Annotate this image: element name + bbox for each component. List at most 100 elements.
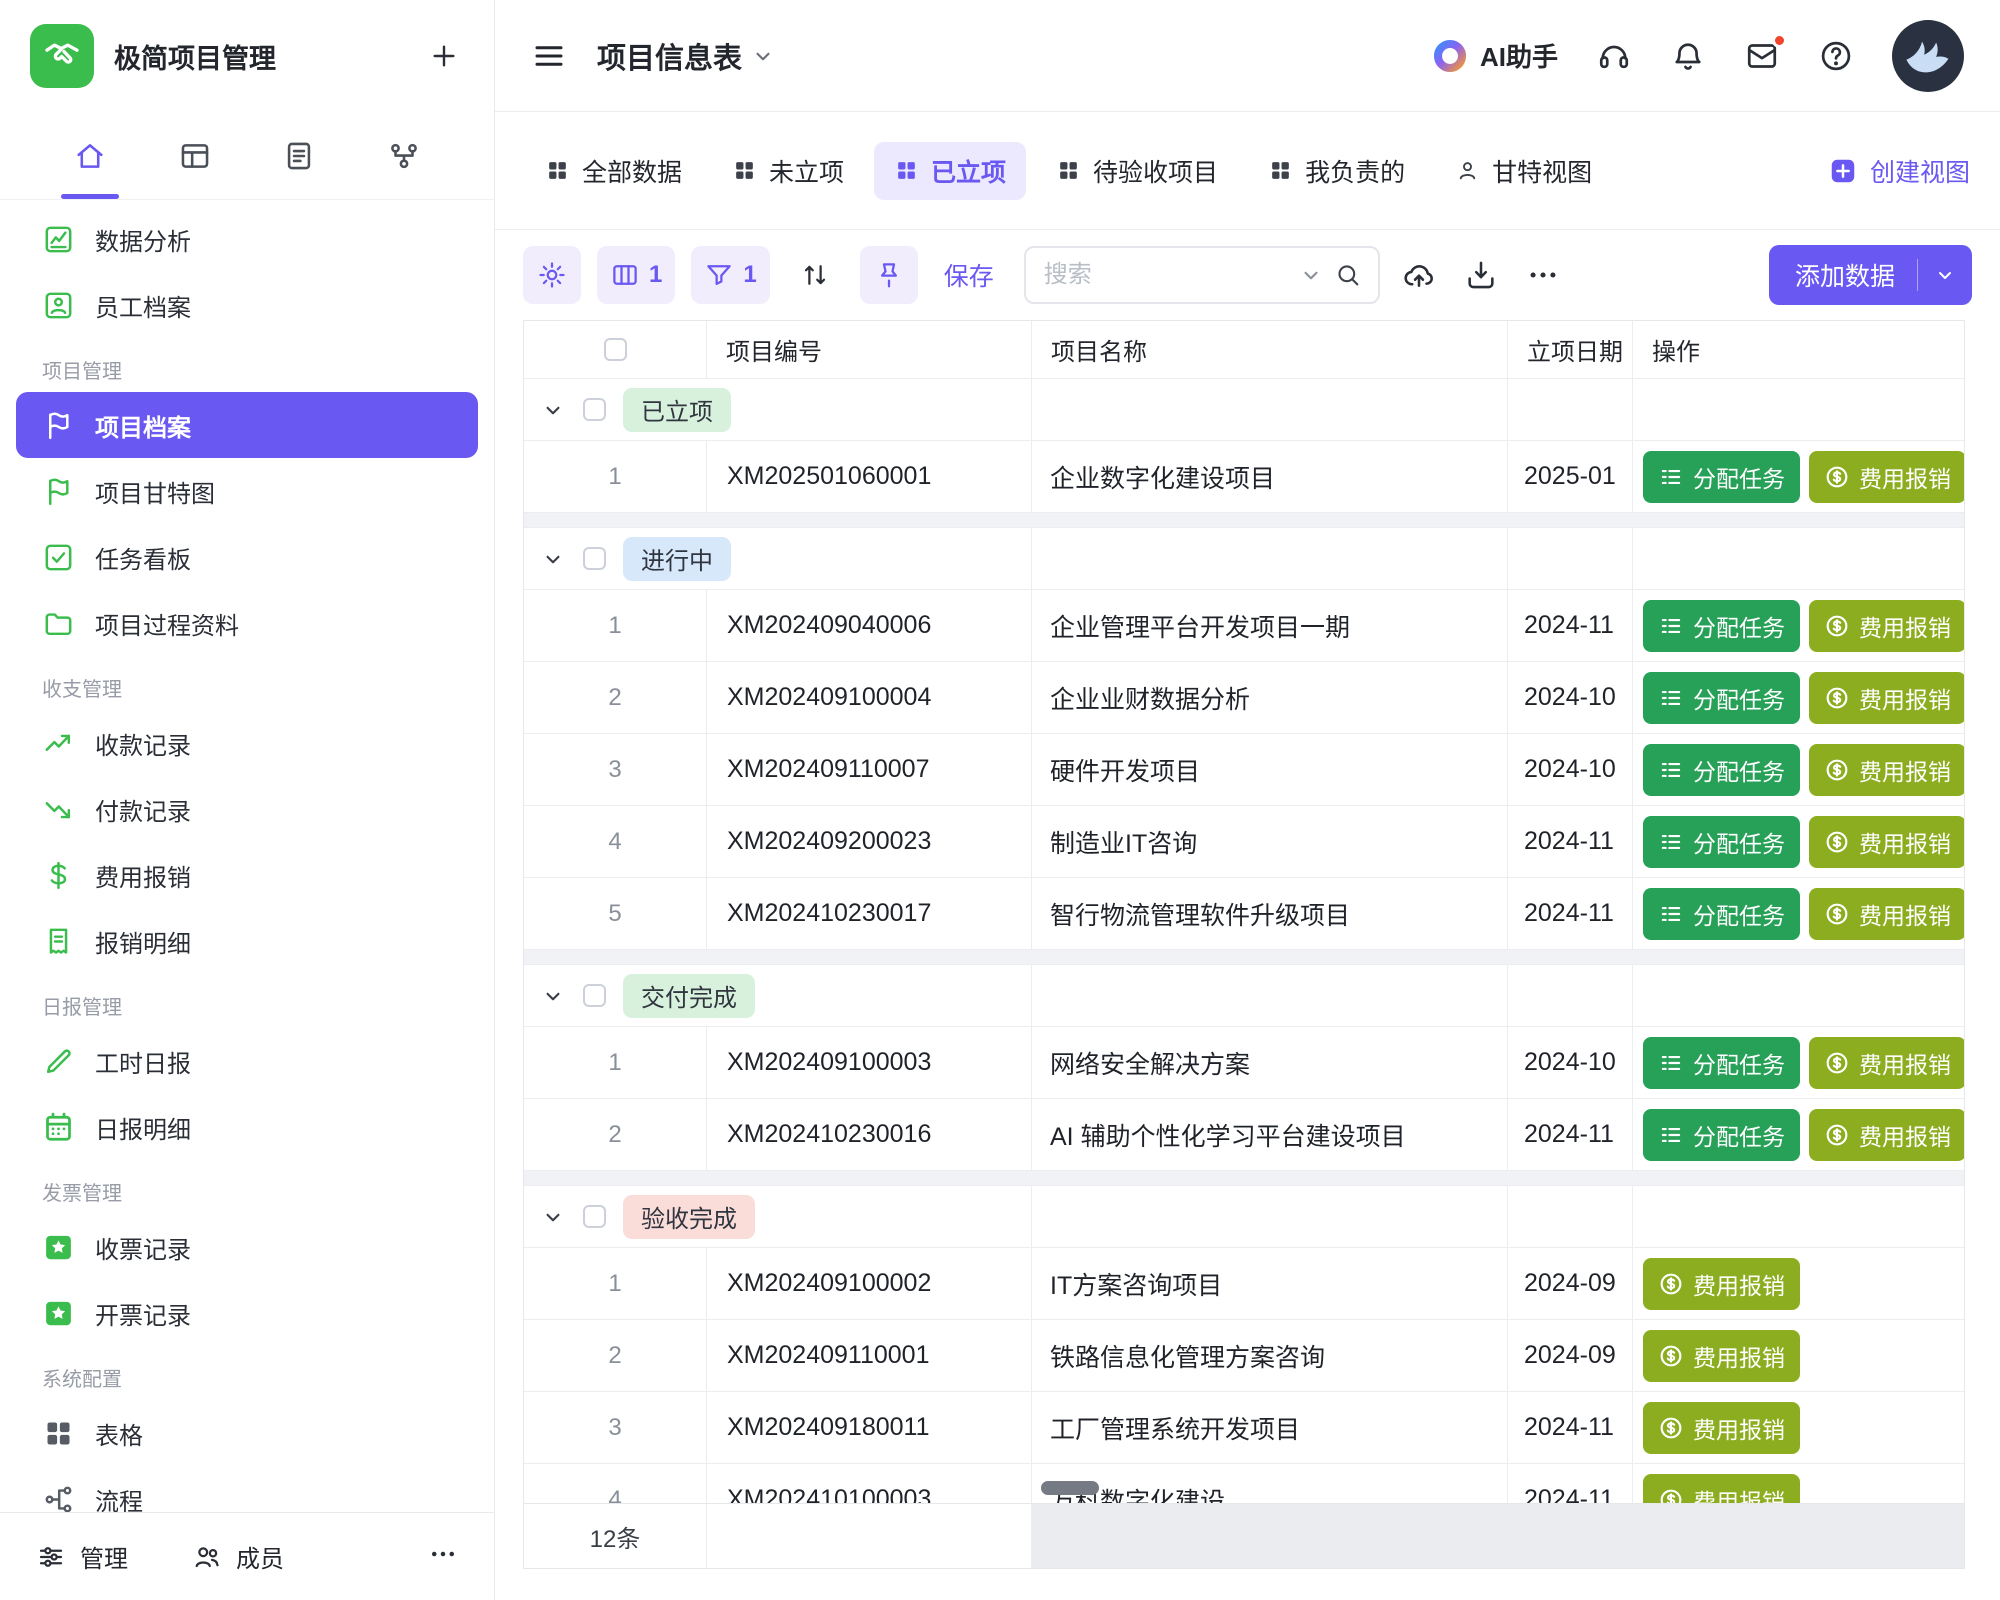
- sidebar-item[interactable]: 日报明细: [16, 1094, 478, 1160]
- sidebar-item[interactable]: 项目档案: [16, 392, 478, 458]
- sidebar-item[interactable]: 项目过程资料: [16, 590, 478, 656]
- expense-task-button[interactable]: 费用报销: [1809, 888, 1964, 940]
- sidebar-add-button[interactable]: [424, 36, 464, 76]
- expense-task-button[interactable]: 费用报销: [1809, 744, 1964, 796]
- select-all-checkbox[interactable]: [604, 338, 627, 361]
- view-tab[interactable]: 待验收项目: [1036, 142, 1238, 200]
- expense-task-button[interactable]: 费用报销: [1643, 1330, 1800, 1382]
- expense-task-button[interactable]: 费用报销: [1643, 1402, 1800, 1454]
- view-tab[interactable]: 已立项: [874, 142, 1026, 200]
- topbar-help-button[interactable]: [1818, 38, 1854, 74]
- expense-button-label: 费用报销: [1859, 753, 1951, 787]
- sidebar-footer-button[interactable]: 管理: [36, 1539, 128, 1574]
- toolbar-cloud-upload-button[interactable]: [1396, 252, 1442, 298]
- project-name-cell: 工厂管理系统开发项目: [1032, 1392, 1508, 1463]
- view-tab[interactable]: 我负责的: [1248, 142, 1425, 200]
- horizontal-scrollbar-thumb[interactable]: [1041, 1481, 1099, 1495]
- sidebar-tab-document[interactable]: [271, 112, 327, 199]
- assign-task-button[interactable]: 分配任务: [1643, 744, 1800, 796]
- sidebar-item[interactable]: 表格: [16, 1400, 478, 1466]
- sidebar-footer-button[interactable]: 成员: [192, 1539, 284, 1574]
- table-row: 5XM202410230017智行物流管理软件升级项目2024-11分配任务费用…: [524, 878, 1964, 950]
- horizontal-scrollbar-track[interactable]: [1032, 1504, 1964, 1568]
- view-tab[interactable]: 未立项: [712, 142, 864, 200]
- topbar-bell-button[interactable]: [1670, 38, 1706, 74]
- group-checkbox[interactable]: [583, 1205, 606, 1228]
- toolbar-funnel-button[interactable]: 1: [691, 246, 769, 304]
- group-collapse-chevron-icon[interactable]: [540, 397, 566, 423]
- row-actions-cell: 分配任务费用报销: [1633, 878, 1964, 949]
- topbar-ai-ring-button[interactable]: AI助手: [1432, 37, 1558, 74]
- expense-task-button[interactable]: 费用报销: [1809, 600, 1964, 652]
- group-checkbox[interactable]: [583, 398, 606, 421]
- view-tab[interactable]: 甘特视图: [1435, 142, 1612, 200]
- add-data-button[interactable]: 添加数据: [1769, 245, 1972, 305]
- toolbar-field-config-count: 1: [649, 261, 662, 289]
- toolbar-pin-button[interactable]: [860, 246, 918, 304]
- sidebar-item[interactable]: 收款记录: [16, 710, 478, 776]
- hamburger-menu-button[interactable]: [531, 38, 567, 74]
- sidebar-item[interactable]: 费用报销: [16, 842, 478, 908]
- sidebar-item[interactable]: 收票记录: [16, 1214, 478, 1280]
- assign-button-label: 分配任务: [1693, 609, 1785, 643]
- sidebar-more-button[interactable]: [428, 1539, 458, 1574]
- sidebar-item[interactable]: 开票记录: [16, 1280, 478, 1346]
- assign-task-button[interactable]: 分配任务: [1643, 1037, 1800, 1089]
- group-collapse-chevron-icon[interactable]: [540, 1204, 566, 1230]
- group-checkbox[interactable]: [583, 984, 606, 1007]
- sidebar-item[interactable]: 任务看板: [16, 524, 478, 590]
- sidebar-item[interactable]: 项目甘特图: [16, 458, 478, 524]
- sidebar-item-label: 收票记录: [95, 1230, 191, 1265]
- sidebar-item[interactable]: 工时日报: [16, 1028, 478, 1094]
- save-button[interactable]: 保存: [934, 257, 1004, 293]
- group-checkbox[interactable]: [583, 547, 606, 570]
- expense-task-button[interactable]: 费用报销: [1809, 672, 1964, 724]
- sidebar-item[interactable]: 流程: [16, 1466, 478, 1512]
- project-name-cell: 制造业IT咨询: [1032, 806, 1508, 877]
- expense-task-button[interactable]: 费用报销: [1809, 816, 1964, 868]
- sidebar-tab-nodes[interactable]: [376, 112, 432, 199]
- expense-task-button[interactable]: 费用报销: [1809, 1109, 1964, 1161]
- toolbar-field-config-button[interactable]: 1: [597, 246, 675, 304]
- sidebar-item[interactable]: 付款记录: [16, 776, 478, 842]
- sidebar-tab-home[interactable]: [62, 112, 118, 199]
- group-collapse-chevron-icon[interactable]: [540, 546, 566, 572]
- topbar-mailbox-button[interactable]: [1744, 38, 1780, 74]
- topbar-action-label: AI助手: [1480, 37, 1558, 74]
- sidebar-item[interactable]: 报销明细: [16, 908, 478, 974]
- assign-task-button[interactable]: 分配任务: [1643, 888, 1800, 940]
- sidebar-tab-table[interactable]: [167, 112, 223, 199]
- table-row: 1XM202409100002IT方案咨询项目2024-09费用报销: [524, 1248, 1964, 1320]
- sidebar-item[interactable]: 数据分析: [16, 206, 478, 272]
- title-chevron-down-icon[interactable]: [750, 43, 776, 69]
- toolbar-sort-button[interactable]: [786, 246, 844, 304]
- expense-task-button[interactable]: 费用报销: [1809, 1037, 1964, 1089]
- group-status-badge: 已立项: [623, 388, 731, 432]
- topbar-headset-button[interactable]: [1596, 38, 1632, 74]
- dollar-circle-icon: [1824, 757, 1850, 783]
- view-tab[interactable]: 全部数据: [525, 142, 702, 200]
- expense-button-label: 费用报销: [1859, 609, 1951, 643]
- expense-task-button[interactable]: 费用报销: [1809, 451, 1964, 503]
- toolbar-gear-button[interactable]: [523, 246, 581, 304]
- project-name-cell: 智行物流管理软件升级项目: [1032, 878, 1508, 949]
- table-header-row: 项目编号项目名称立项日期操作: [524, 321, 1964, 379]
- search-input[interactable]: [1042, 260, 1288, 290]
- toolbar-download-button[interactable]: [1458, 252, 1504, 298]
- expense-task-button[interactable]: 费用报销: [1643, 1474, 1800, 1504]
- expense-task-button[interactable]: 费用报销: [1643, 1258, 1800, 1310]
- group-collapse-chevron-icon[interactable]: [540, 983, 566, 1009]
- assign-task-button[interactable]: 分配任务: [1643, 451, 1800, 503]
- project-code-cell: XM202409040006: [707, 590, 1032, 661]
- assign-task-button[interactable]: 分配任务: [1643, 672, 1800, 724]
- create-view-button[interactable]: 创建视图: [1828, 153, 1970, 189]
- toolbar-more-button[interactable]: [1520, 252, 1566, 298]
- add-data-dropdown[interactable]: [1918, 245, 1972, 305]
- sidebar-item[interactable]: 员工档案: [16, 272, 478, 338]
- assign-task-button[interactable]: 分配任务: [1643, 1109, 1800, 1161]
- assign-task-button[interactable]: 分配任务: [1643, 600, 1800, 652]
- sidebar-item-label: 员工档案: [95, 288, 191, 323]
- assign-task-button[interactable]: 分配任务: [1643, 816, 1800, 868]
- sidebar-footer-label: 管理: [80, 1539, 128, 1574]
- user-avatar[interactable]: [1892, 20, 1964, 92]
